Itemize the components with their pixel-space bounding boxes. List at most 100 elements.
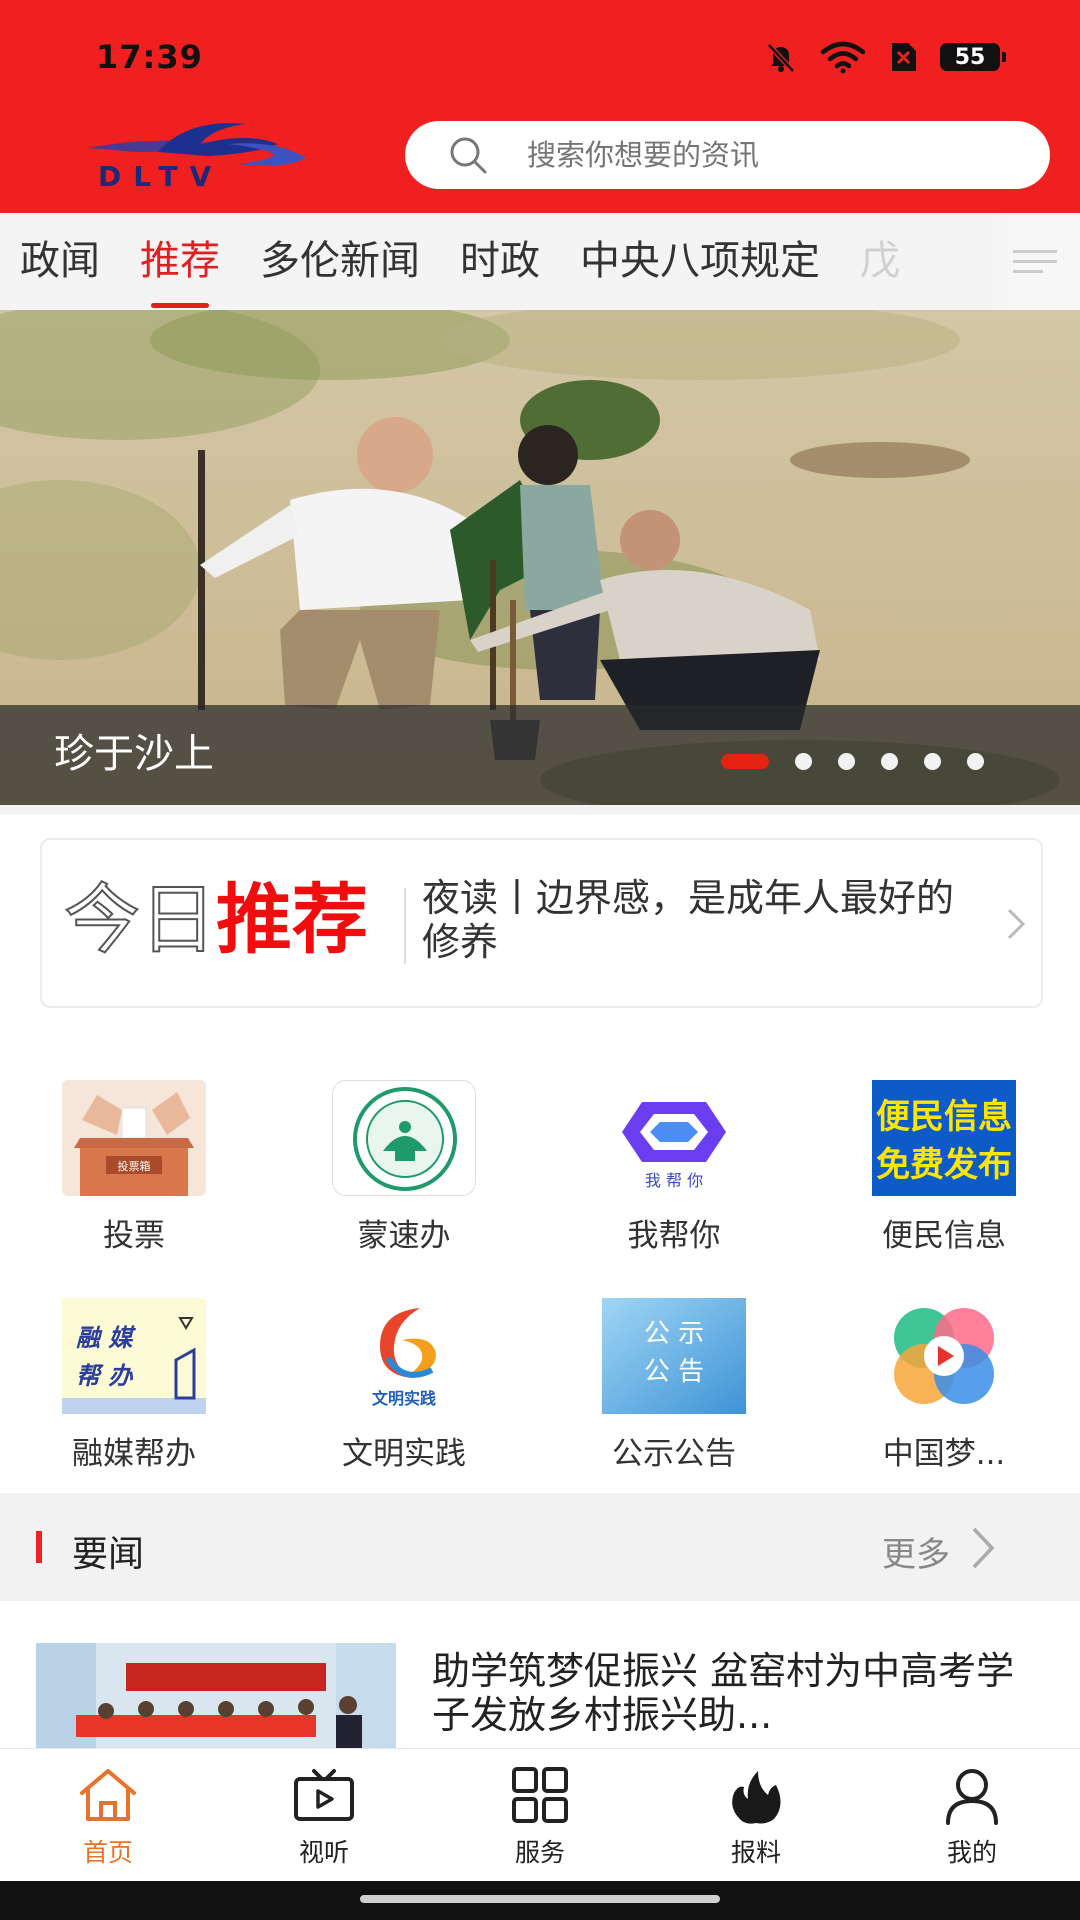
carousel-dot[interactable] xyxy=(881,753,898,770)
nav-media[interactable]: 视听 xyxy=(244,1765,404,1869)
today-separator xyxy=(404,888,406,964)
civil-info-icon: 便民信息 免费发布 xyxy=(872,1080,1016,1196)
service-label: 我帮你 xyxy=(627,1218,721,1254)
carousel-dot[interactable] xyxy=(924,753,941,770)
divider xyxy=(0,805,1080,815)
tab-next[interactable]: 戊 xyxy=(840,213,920,310)
service-civil-info[interactable]: 便民信息 免费发布 便民信息 xyxy=(844,1080,1044,1255)
ballot-box-icon: 投票箱 xyxy=(62,1080,206,1196)
notice-icon: 公 示 公 告 xyxy=(602,1298,746,1414)
chevron-right-icon xyxy=(1007,908,1026,940)
nav-label: 视听 xyxy=(298,1838,349,1867)
service-mengsuban[interactable]: 蒙速办 xyxy=(304,1080,504,1255)
service-label: 便民信息 xyxy=(882,1218,1006,1254)
mengsuban-icon xyxy=(332,1080,476,1196)
service-label: 文明实践 xyxy=(342,1436,466,1472)
today-label-outline: 今日 xyxy=(63,874,217,965)
menu-lines-icon xyxy=(1013,243,1057,280)
home-gesture-bar[interactable] xyxy=(360,1895,720,1903)
status-icons: 55 xyxy=(764,40,1006,74)
tab-politics-news[interactable]: 政闻 xyxy=(0,213,120,310)
service-china-dream[interactable]: 中国梦... xyxy=(844,1298,1044,1473)
today-recommend-label: 今日推荐 xyxy=(63,870,368,970)
nav-services[interactable]: 服务 xyxy=(460,1765,620,1869)
service-label: 中国梦... xyxy=(882,1436,1006,1472)
nav-report[interactable]: 报料 xyxy=(676,1765,836,1869)
carousel-indicator xyxy=(721,753,984,770)
nav-label: 报料 xyxy=(730,1838,781,1867)
status-time: 17:39 xyxy=(96,38,203,76)
mute-bell-icon xyxy=(767,43,795,73)
flame-icon xyxy=(732,1771,781,1824)
civilization-text: 文明实践 xyxy=(372,1389,436,1408)
banner-carousel[interactable]: 珍于沙上 xyxy=(0,310,1080,805)
tv-play-icon xyxy=(294,1769,354,1821)
system-gesture-area xyxy=(0,1881,1080,1920)
carousel-dot[interactable] xyxy=(795,753,812,770)
nav-label: 首页 xyxy=(82,1838,133,1867)
nav-label: 我的 xyxy=(946,1838,997,1867)
service-vote[interactable]: 投票箱 投票 xyxy=(34,1080,234,1255)
dltv-logo: DLTV xyxy=(88,123,306,190)
status-bar: 17:39 55 xyxy=(0,0,1080,110)
service-notice[interactable]: 公 示 公 告 公示公告 xyxy=(574,1298,774,1473)
nav-home[interactable]: 首页 xyxy=(28,1765,188,1869)
service-label: 蒙速办 xyxy=(357,1218,451,1254)
media-help-text-1: 融 媒 xyxy=(76,1324,136,1352)
today-recommend-card[interactable]: 今日推荐 夜读丨边界感，是成年人最好的修养 xyxy=(40,838,1043,1008)
media-help-icon: 融 媒 帮 办 xyxy=(62,1298,206,1414)
tab-duolun-news[interactable]: 多伦新闻 xyxy=(240,213,440,310)
tab-menu-button[interactable] xyxy=(990,213,1080,310)
service-civilization-practice[interactable]: 文明实践 文明实践 xyxy=(304,1298,504,1473)
china-dream-icon xyxy=(872,1298,1016,1414)
help-you-icon: 我 帮 你 xyxy=(602,1080,746,1196)
bottom-navigation: 首页 视听 服务 报料 我的 xyxy=(0,1748,1080,1881)
news-thumbnail xyxy=(36,1643,396,1748)
tab-current-affairs[interactable]: 时政 xyxy=(440,213,560,310)
today-headline: 夜读丨边界感，是成年人最好的修养 xyxy=(422,876,955,964)
banner-caption: 珍于沙上 xyxy=(54,731,214,777)
wifi-icon xyxy=(820,41,866,74)
search-icon xyxy=(450,137,487,174)
search-input[interactable] xyxy=(527,138,1047,172)
media-help-text-2: 帮 办 xyxy=(76,1362,133,1390)
service-label: 公示公告 xyxy=(612,1436,736,1472)
civil-info-text-1: 便民信息 xyxy=(876,1097,1012,1137)
header: 17:39 55 DLTV 搜索你想要的资讯 xyxy=(0,0,1080,213)
tab-list: 政闻 推荐 多伦新闻 时政 中央八项规定 戊 xyxy=(0,213,920,310)
carousel-dot-active[interactable] xyxy=(721,754,769,769)
nav-profile[interactable]: 我的 xyxy=(892,1765,1052,1869)
user-icon xyxy=(946,1769,998,1825)
today-label-red: 推荐 xyxy=(216,875,368,964)
tab-eight-rules[interactable]: 中央八项规定 xyxy=(560,213,840,310)
help-you-text: 我 帮 你 xyxy=(645,1171,703,1190)
home-icon xyxy=(80,1769,136,1821)
service-label: 投票 xyxy=(103,1218,165,1254)
more-link[interactable]: 更多 xyxy=(882,1527,950,1576)
app-screen: 17:39 55 DLTV 搜索你想要的资讯 政闻 推荐 多伦新闻 时政 中央八… xyxy=(0,0,1080,1920)
logo-text: DLTV xyxy=(98,160,223,190)
chevron-right-icon[interactable] xyxy=(970,1525,996,1571)
notice-text-1: 公 示 xyxy=(644,1319,704,1349)
news-item[interactable]: 助学筑梦促振兴 盆窑村为中高考学子发放乡村振兴助... xyxy=(0,1601,1080,1748)
category-tabs: 政闻 推荐 多伦新闻 时政 中央八项规定 戊 xyxy=(0,213,1080,310)
civil-info-text-2: 免费发布 xyxy=(876,1145,1012,1185)
news-section-header: 要闻 更多 xyxy=(0,1493,1080,1601)
service-help-you[interactable]: 我 帮 你 我帮你 xyxy=(574,1080,774,1255)
sim-off-icon xyxy=(892,43,916,71)
carousel-dot[interactable] xyxy=(967,753,984,770)
notice-text-2: 公 告 xyxy=(644,1357,704,1387)
section-accent-bar xyxy=(36,1531,42,1563)
section-title: 要闻 xyxy=(72,1534,145,1575)
news-title: 助学筑梦促振兴 盆窑村为中高考学子发放乡村振兴助... xyxy=(432,1649,1015,1737)
nav-label: 服务 xyxy=(514,1838,565,1867)
battery-indicator: 55 xyxy=(940,43,1006,71)
tab-recommend[interactable]: 推荐 xyxy=(120,213,240,310)
grid-icon xyxy=(512,1767,568,1823)
service-label: 融媒帮办 xyxy=(72,1436,196,1472)
civilization-practice-icon: 文明实践 xyxy=(332,1298,476,1414)
search-bar[interactable] xyxy=(405,121,1050,189)
carousel-dot[interactable] xyxy=(838,753,855,770)
ballot-box-text: 投票箱 xyxy=(118,1159,151,1173)
service-media-help[interactable]: 融 媒 帮 办 融媒帮办 xyxy=(34,1298,234,1473)
